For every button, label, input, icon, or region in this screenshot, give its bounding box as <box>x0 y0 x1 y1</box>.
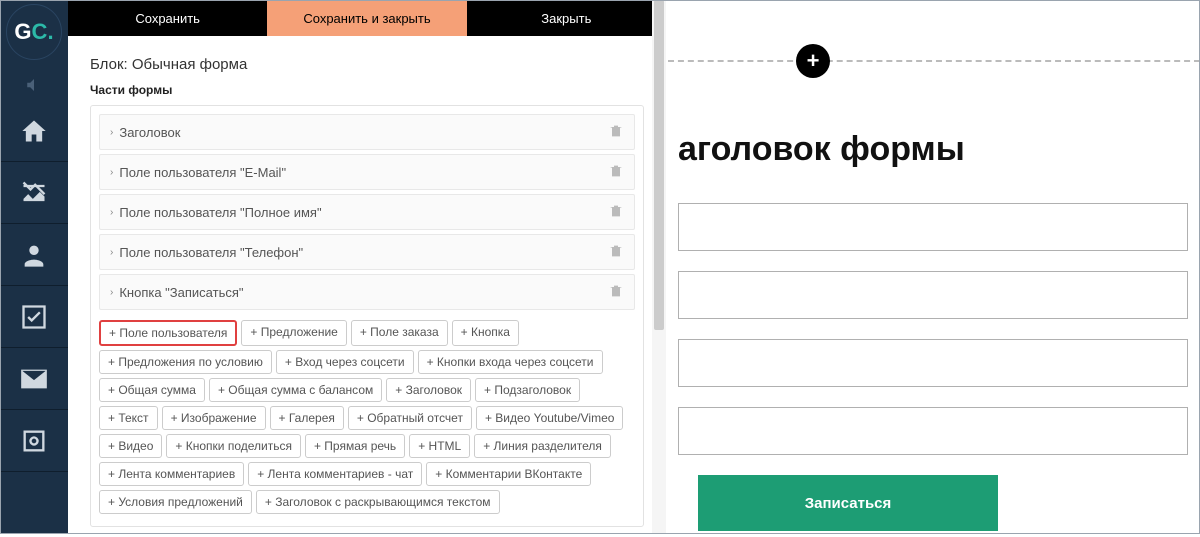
add-element-button[interactable]: + Текст <box>99 406 158 430</box>
add-element-button[interactable]: + Вход через соцсети <box>276 350 414 374</box>
chevron-right-icon: › <box>110 207 113 218</box>
form-input-3[interactable] <box>678 339 1188 387</box>
form-part-label: Кнопка "Записаться" <box>119 285 243 300</box>
logo-g: G <box>14 19 31 44</box>
add-element-button[interactable]: + Предложения по условию <box>99 350 272 374</box>
add-element-button[interactable]: + Кнопки входа через соцсети <box>418 350 603 374</box>
form-title: аголовок формы <box>678 130 1200 169</box>
logo-c: C <box>32 19 48 44</box>
trash-icon[interactable] <box>608 163 624 182</box>
form-input-1[interactable] <box>678 203 1188 251</box>
close-button[interactable]: Закрыть <box>467 0 666 36</box>
form-part-row[interactable]: › Поле пользователя "E-Mail" <box>99 154 635 190</box>
add-element-button[interactable]: + Общая сумма <box>99 378 205 402</box>
form-parts-box: › Заголовок › Поле пользователя "E-Mail" › По… <box>90 105 644 527</box>
mail-icon[interactable] <box>0 348 68 410</box>
add-element-button[interactable]: + Условия предложений <box>99 490 252 514</box>
chevron-right-icon: › <box>110 127 113 138</box>
editor-panel: Сохранить Сохранить и закрыть Закрыть Бл… <box>68 0 666 534</box>
editor-scrollbar[interactable] <box>652 0 666 534</box>
add-element-button[interactable]: + Лента комментариев <box>99 462 244 486</box>
add-element-button[interactable]: + Общая сумма с балансом <box>209 378 382 402</box>
chart-icon[interactable] <box>0 162 68 224</box>
add-element-button[interactable]: + Предложение <box>241 320 346 346</box>
form-part-row[interactable]: › Поле пользователя "Полное имя" <box>99 194 635 230</box>
preview-panel: + аголовок формы Записаться <box>668 0 1200 534</box>
add-element-button[interactable]: + Лента комментариев - чат <box>248 462 422 486</box>
editor-toolbar: Сохранить Сохранить и закрыть Закрыть <box>68 0 666 36</box>
chevron-right-icon: › <box>110 247 113 258</box>
check-icon[interactable] <box>0 286 68 348</box>
logo[interactable]: GC. <box>6 4 62 60</box>
save-button[interactable]: Сохранить <box>68 0 267 36</box>
trash-icon[interactable] <box>608 203 624 222</box>
form-part-row[interactable]: › Поле пользователя "Телефон" <box>99 234 635 270</box>
section-title: Части формы <box>90 83 644 97</box>
form-input-4[interactable] <box>678 407 1188 455</box>
add-element-button[interactable]: + Галерея <box>270 406 344 430</box>
add-element-button[interactable]: + Видео <box>99 434 162 458</box>
add-element-button[interactable]: + Подзаголовок <box>475 378 580 402</box>
sidebar: GC. <box>0 0 68 534</box>
add-element-button[interactable]: + Прямая речь <box>305 434 405 458</box>
form-part-label: Поле пользователя "Полное имя" <box>119 205 321 220</box>
add-element-button[interactable]: + Видео Youtube/Vimeo <box>476 406 623 430</box>
add-element-button[interactable]: + Поле пользователя <box>99 320 237 346</box>
add-element-button[interactable]: + Заголовок с раскрывающимся текстом <box>256 490 500 514</box>
chevron-right-icon: › <box>110 167 113 178</box>
add-element-button[interactable]: + Линия разделителя <box>474 434 611 458</box>
add-element-button[interactable]: + Заголовок <box>386 378 471 402</box>
trash-icon[interactable] <box>608 243 624 262</box>
safe-icon[interactable] <box>0 410 68 472</box>
trash-icon[interactable] <box>608 123 624 142</box>
add-element-button[interactable]: + Изображение <box>162 406 266 430</box>
block-title: Блок: Обычная форма <box>90 56 644 73</box>
add-element-button[interactable]: + Комментарии ВКонтакте <box>426 462 591 486</box>
form-part-label: Поле пользователя "E-Mail" <box>119 165 286 180</box>
insert-divider <box>668 60 1200 62</box>
logo-dot: . <box>47 19 53 44</box>
trash-icon[interactable] <box>608 283 624 302</box>
editor-scrollbar-thumb[interactable] <box>654 0 664 330</box>
form-part-label: Поле пользователя "Телефон" <box>119 245 303 260</box>
save-close-button[interactable]: Сохранить и закрыть <box>267 0 466 36</box>
add-element-button[interactable]: + Кнопка <box>452 320 519 346</box>
users-icon[interactable] <box>0 224 68 286</box>
form-part-label: Заголовок <box>119 125 180 140</box>
add-element-button[interactable]: + Обратный отсчет <box>348 406 472 430</box>
form-input-2[interactable] <box>678 271 1188 319</box>
submit-button[interactable]: Записаться <box>698 475 998 531</box>
add-element-button[interactable]: + Кнопки поделиться <box>166 434 301 458</box>
home-icon[interactable] <box>0 100 68 162</box>
form-part-row[interactable]: › Заголовок <box>99 114 635 150</box>
add-element-button[interactable]: + HTML <box>409 434 470 458</box>
chevron-right-icon: › <box>110 287 113 298</box>
sound-icon[interactable] <box>0 70 68 100</box>
form-part-row[interactable]: › Кнопка "Записаться" <box>99 274 635 310</box>
add-element-button[interactable]: + Поле заказа <box>351 320 448 346</box>
add-block-button[interactable]: + <box>796 44 830 78</box>
add-buttons-container: + Поле пользователя+ Предложение+ Поле з… <box>99 320 635 514</box>
